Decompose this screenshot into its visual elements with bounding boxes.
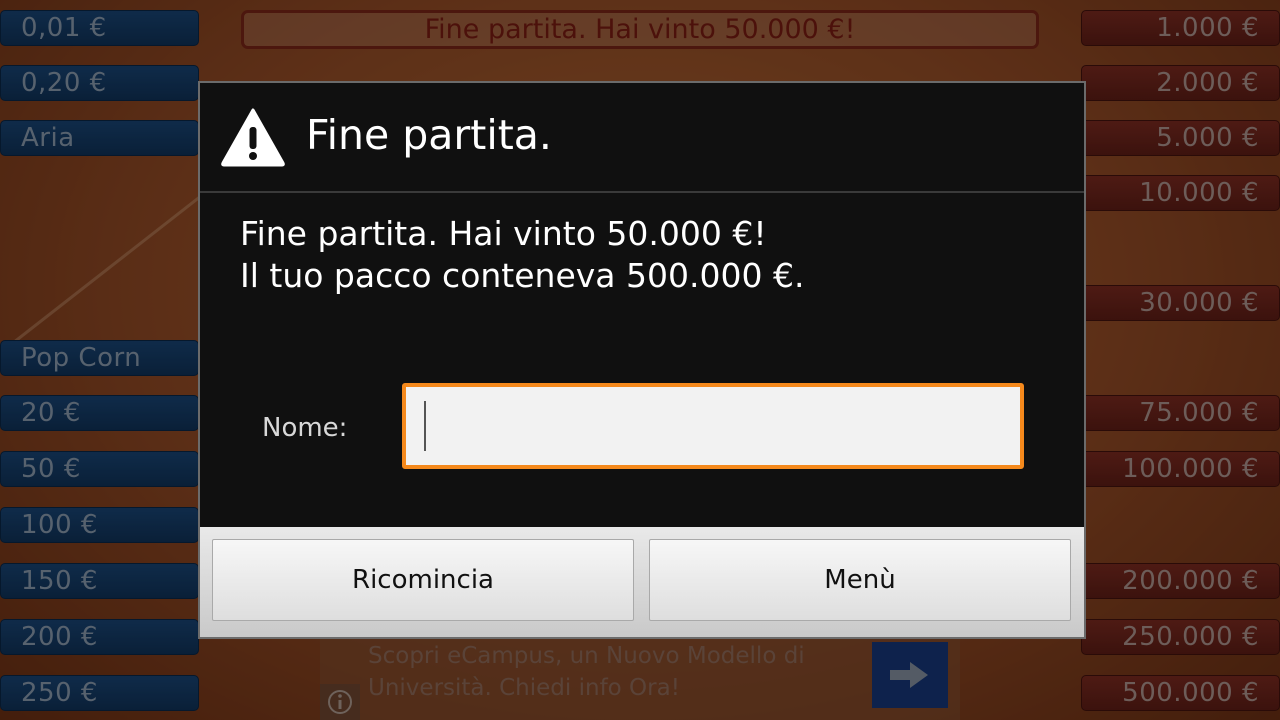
- dialog-button-bar: Ricomincia Menù: [200, 527, 1084, 637]
- name-label: Nome:: [262, 413, 348, 443]
- text-cursor: [424, 401, 426, 451]
- dialog-title: Fine partita.: [306, 111, 552, 159]
- dialog-header: Fine partita.: [200, 83, 1084, 193]
- dialog-message-line: Il tuo pacco conteneva 500.000 €.: [240, 256, 805, 295]
- menu-button[interactable]: Menù: [649, 539, 1071, 621]
- dialog-message: Fine partita. Hai vinto 50.000 €! Il tuo…: [240, 213, 804, 297]
- game-over-dialog: Fine partita. Fine partita. Hai vinto 50…: [198, 81, 1086, 639]
- restart-button[interactable]: Ricomincia: [212, 539, 634, 621]
- name-input[interactable]: [402, 383, 1024, 469]
- dialog-message-line: Fine partita. Hai vinto 50.000 €!: [240, 214, 767, 253]
- warning-icon: [221, 108, 285, 167]
